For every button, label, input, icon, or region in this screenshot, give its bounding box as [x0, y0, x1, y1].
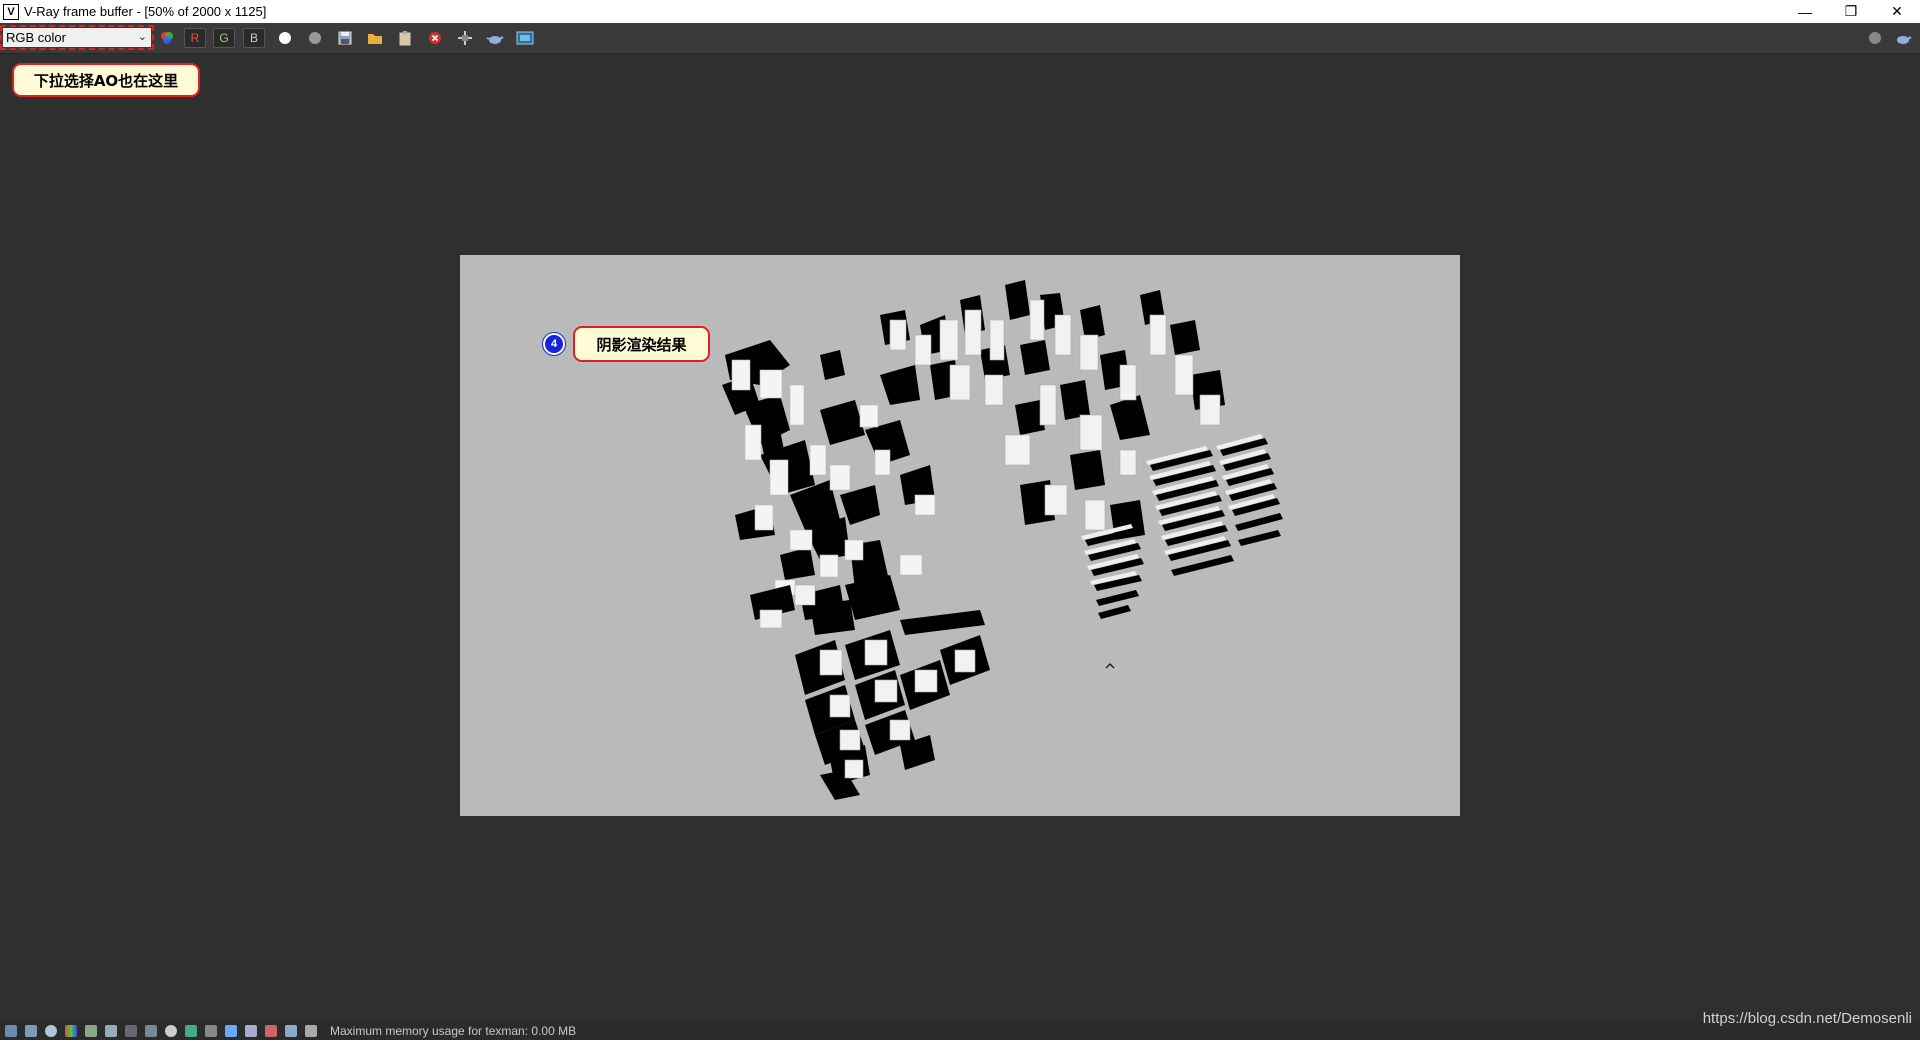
watermark: https://blog.csdn.net/Demosenli — [1702, 1010, 1912, 1027]
channel-select-highlight: RGB color ⌄ — [0, 25, 154, 50]
window-controls: — ❐ ✕ — [1782, 0, 1920, 23]
save-image-icon[interactable] — [334, 28, 356, 48]
render-region-icon[interactable] — [5, 1024, 17, 1037]
green-channel-button[interactable]: G — [213, 28, 235, 48]
mono-mode-icon[interactable] — [304, 28, 326, 48]
toolbar: RGB color ⌄ R G B — [0, 23, 1920, 54]
window-title: V-Ray frame buffer - [50% of 2000 x 1125… — [24, 4, 267, 19]
track-mouse-icon[interactable] — [454, 28, 476, 48]
ocio-icon[interactable] — [225, 1024, 237, 1037]
teapot-icon[interactable] — [1892, 28, 1914, 48]
color-channels-icon[interactable] — [156, 28, 178, 48]
lens-effects-icon[interactable] — [1864, 28, 1886, 48]
clear-image-icon[interactable] — [424, 28, 446, 48]
curves-icon[interactable] — [105, 1024, 117, 1037]
zoom-icon[interactable] — [305, 1024, 317, 1037]
vray-logo-icon: V — [3, 3, 19, 20]
color-correction-icon[interactable] — [65, 1024, 77, 1037]
levels-icon[interactable] — [85, 1024, 97, 1037]
close-button[interactable]: ✕ — [1874, 0, 1920, 23]
dropdown-note-callout: 下拉选择AO也在这里 — [12, 63, 200, 97]
status-text: Maximum memory usage for texman: 0.00 MB — [330, 1023, 577, 1038]
result-note-callout: 阴影渲染结果 — [573, 326, 710, 362]
histogram-icon[interactable] — [125, 1024, 137, 1037]
title-bar: V V-Ray frame buffer - [50% of 2000 x 11… — [0, 0, 1920, 23]
compare-icon[interactable] — [205, 1024, 217, 1037]
blue-channel-button[interactable]: B — [243, 28, 265, 48]
restore-button[interactable]: ❐ — [1828, 0, 1874, 23]
chevron-down-icon: ⌄ — [137, 31, 147, 43]
minimize-button[interactable]: — — [1782, 0, 1828, 23]
white-point-icon[interactable] — [274, 28, 296, 48]
red-channel-button[interactable]: R — [184, 28, 206, 48]
channel-select-value: RGB color — [6, 30, 66, 45]
info-icon[interactable] — [45, 1024, 57, 1037]
settings-icon[interactable] — [25, 1024, 37, 1037]
clipboard-icon[interactable] — [394, 28, 416, 48]
stereo-icon[interactable] — [285, 1024, 297, 1037]
horizontal-flip-icon[interactable] — [245, 1024, 257, 1037]
step-4-badge: 4 — [543, 333, 565, 355]
pixel-info-icon[interactable] — [165, 1024, 177, 1037]
status-bar: Maximum memory usage for texman: 0.00 MB — [0, 1021, 1920, 1040]
vertical-flip-icon[interactable] — [265, 1024, 277, 1037]
lut-icon[interactable] — [185, 1024, 197, 1037]
channel-select[interactable]: RGB color ⌄ — [3, 28, 151, 47]
history-icon[interactable] — [514, 28, 536, 48]
open-folder-icon[interactable] — [364, 28, 386, 48]
render-teapot-icon[interactable] — [484, 28, 506, 48]
exposure-icon[interactable] — [145, 1024, 157, 1037]
